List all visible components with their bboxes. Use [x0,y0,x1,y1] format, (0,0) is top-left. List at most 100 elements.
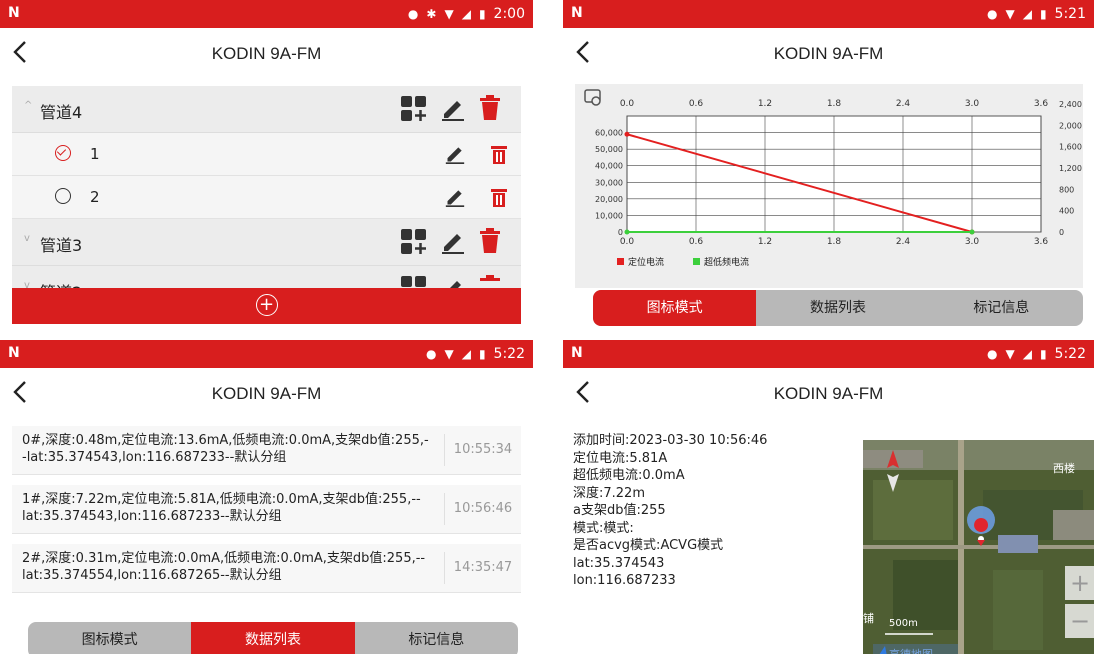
delete-icon[interactable] [491,187,507,207]
chevron-down-icon[interactable]: v [24,233,30,244]
title-bar: KODIN 9A-FM [563,368,1094,424]
x-tick-label: 1.8 [827,237,842,247]
group-row-3[interactable]: v 管道3 [12,219,521,266]
status-bar: N ● ✱ ▼ ◢ ▮ 2:00 [0,0,533,28]
x-tick-label: 3.0 [965,237,980,247]
map-view[interactable]: 西楼 铺 岳 500m 高德地图 + − [863,440,1094,654]
location-icon: ● [986,347,998,361]
info-db-value: a支架db值:255 [573,503,666,518]
edit-icon[interactable] [445,186,465,208]
data-point [624,229,630,235]
x-tick-label-top: 1.8 [827,99,842,109]
signal-icon: ◢ [461,7,471,21]
clock: 2:00 [493,6,525,22]
title-bar: KODIN 9A-FM [0,368,533,424]
x-tick-label-top: 0.0 [620,99,635,109]
list-item[interactable]: 1 [12,133,521,176]
item-label: 2 [90,188,100,206]
edit-icon[interactable] [445,143,465,165]
chevron-up-icon[interactable]: ^ [24,100,32,111]
edit-icon[interactable] [441,96,465,122]
signal-icon: ◢ [1022,347,1032,361]
record-item[interactable]: 1#,深度:7.22m,定位电流:5.81A,低频电流:0.0mA,支架db值:… [12,485,521,534]
y2-tick-label: 1,600 [1059,143,1082,152]
tab-data-list[interactable]: 数据列表 [756,290,919,326]
tab-chart-mode[interactable]: 图标模式 [593,290,757,326]
page-title: KODIN 9A-FM [773,44,884,63]
title-bar: KODIN 9A-FM [563,28,1094,84]
battery-icon: ▮ [1039,347,1047,361]
battery-icon: ▮ [1039,7,1047,21]
add-to-group-icon[interactable] [401,96,427,122]
delete-icon[interactable] [479,228,501,254]
info-depth: 深度:7.22m [573,485,645,501]
zoom-in-button[interactable]: + [1065,566,1094,600]
x-tick-label-top: 3.0 [965,99,980,109]
page-title: KODIN 9A-FM [773,384,884,403]
info-lat: lat:35.374543 [573,555,665,571]
panel-mark-info: N ● ▼ ◢ ▮ 5:22 KODIN 9A-FM 添加时间:2023-03-… [563,340,1094,654]
edit-icon[interactable] [441,229,465,255]
x-tick-label-top: 1.2 [758,99,772,109]
y2-tick-label: 1,200 [1059,164,1082,173]
y2-tick-label: 800 [1059,185,1074,194]
y-tick-label: 20,000 [595,195,623,204]
location-icon: ● [407,7,419,21]
add-to-group-icon[interactable] [401,229,427,255]
tab-data-list[interactable]: 数据列表 [191,622,355,654]
record-time: 14:35:47 [444,552,521,584]
group-name: 管道3 [40,236,83,255]
map-brand-label: 高德地图 [889,646,933,654]
info-mode: 模式:模式: [573,520,634,536]
add-group-button[interactable]: + [12,288,521,324]
clock: 5:22 [493,346,525,362]
y-tick-label: 30,000 [595,178,623,187]
y2-tick-label: 0 [1059,228,1064,237]
title-bar: KODIN 9A-FM [0,28,533,84]
record-item[interactable]: 0#,深度:0.48m,定位电流:13.6mA,低频电流:0.0mA,支架db值… [12,426,521,475]
x-tick-label: 2.4 [896,237,911,247]
line-chart: 0.0 0.0 0.6 0.6 1.2 1.2 1.8 1.8 2.4 2.4 3.0 3.0 3.6 3… [584,89,1082,268]
app-logo: N [571,345,583,361]
info-lon: lon:116.687233 [573,573,676,588]
zoom-out-button[interactable]: − [1065,604,1094,638]
y-tick-label: 40,000 [595,162,623,171]
signal-icon: ◢ [461,347,471,361]
y-tick-label: 10,000 [595,211,623,220]
legend-swatch [617,258,624,265]
wifi-icon: ▼ [444,7,454,21]
mark-details: 添加时间:2023-03-30 10:56:46 定位电流:5.81A 超低频电… [573,432,767,590]
checkbox-unchecked[interactable] [55,188,71,204]
tab-mark-info[interactable]: 标记信息 [355,622,518,654]
tab-mark-info[interactable]: 标记信息 [920,290,1083,326]
app-logo: N [8,345,20,361]
tab-bar: 图标模式 数据列表 标记信息 [593,290,1083,326]
legend-swatch [693,258,700,265]
bluetooth-icon: ✱ [426,7,437,21]
y-tick-label: 50,000 [595,145,623,154]
status-bar: N ● ▼ ◢ ▮ 5:22 [563,340,1094,368]
plus-circle-icon: + [255,294,278,316]
delete-icon[interactable] [491,144,507,164]
status-bar: N ● ▼ ◢ ▮ 5:21 [563,0,1094,28]
info-ulf-current: 超低频电流:0.0mA [573,468,685,483]
delete-icon[interactable] [479,95,501,121]
panel-group-list: N ● ✱ ▼ ◢ ▮ 2:00 KODIN 9A-FM ^ 管道4 1 2 v… [0,0,533,328]
checkbox-checked[interactable] [55,145,71,161]
x-tick-label-top: 2.4 [896,99,911,109]
group-row-4[interactable]: ^ 管道4 [12,86,521,133]
clock: 5:21 [1054,6,1086,22]
wifi-icon: ▼ [1005,7,1015,21]
list-item[interactable]: 2 [12,176,521,219]
app-logo: N [8,5,20,21]
x-tick-label: 0.0 [620,237,635,247]
page-title: KODIN 9A-FM [211,384,322,403]
info-locate-current: 定位电流:5.81A [573,450,668,466]
record-item[interactable]: 2#,深度:0.31m,定位电流:0.0mA,低频电流:0.0mA,支架db值:… [12,544,521,593]
tab-chart-mode[interactable]: 图标模式 [28,622,191,654]
y2-tick-label: 400 [1059,207,1074,216]
x-tick-label-top: 3.6 [1034,99,1049,109]
location-icon: ● [986,7,998,21]
chart-settings-icon[interactable] [584,89,601,106]
wifi-icon: ▼ [444,347,454,361]
